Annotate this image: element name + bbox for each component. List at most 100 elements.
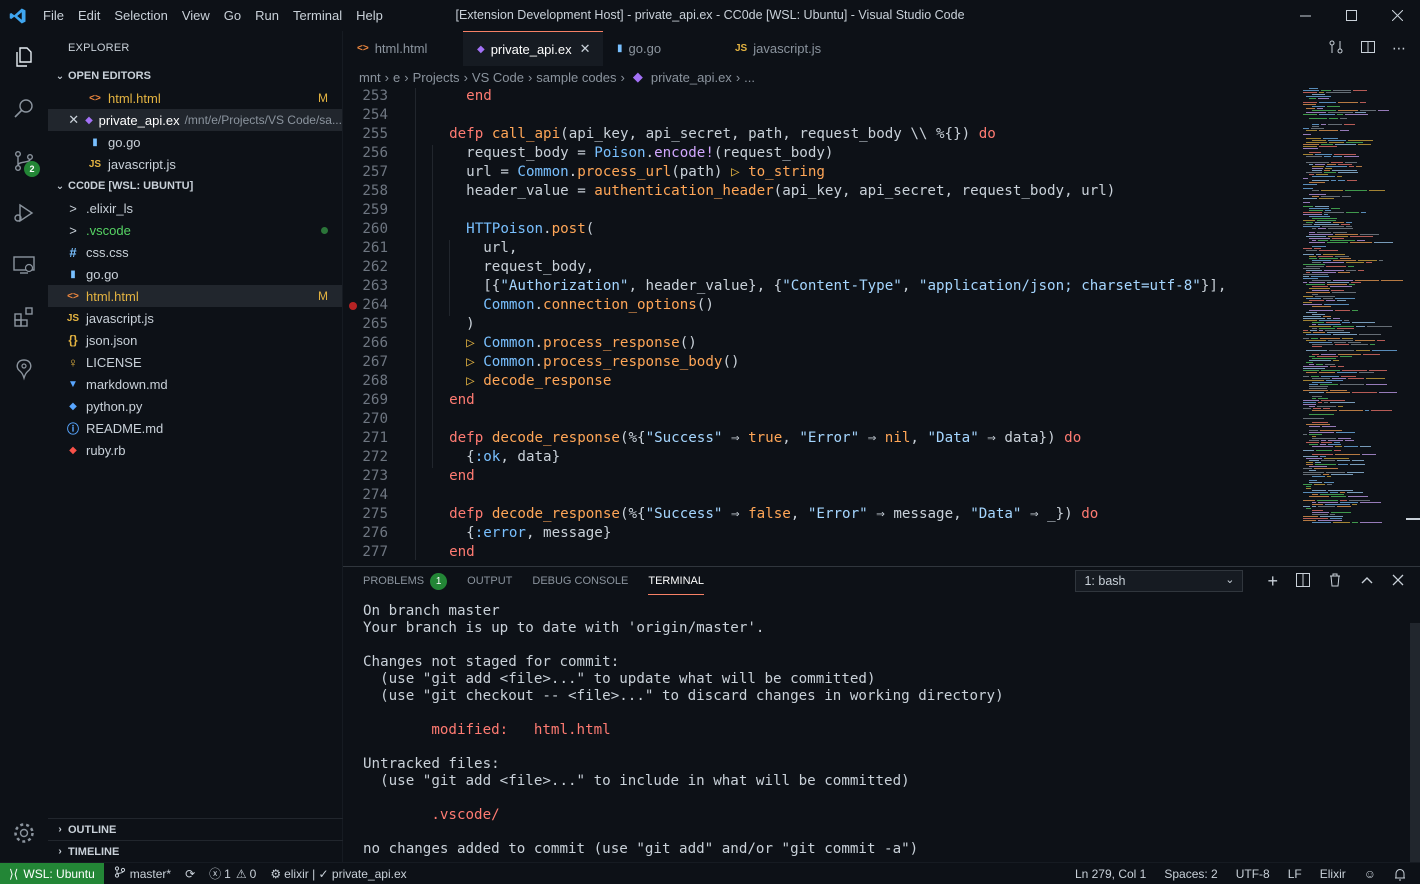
- minimize-button[interactable]: [1282, 0, 1328, 31]
- run-debug-icon[interactable]: [0, 187, 48, 239]
- minimap-line: [1335, 454, 1360, 455]
- minimap-line: [1345, 190, 1367, 191]
- minimap-line: [1330, 402, 1355, 403]
- breadcrumb-item[interactable]: VS Code: [472, 70, 524, 85]
- open-editor-item-active[interactable]: ✕ ◆ private_api.ex /mnt/e/Projects/VS Co…: [48, 109, 342, 131]
- file-item[interactable]: ▮ go.go: [48, 263, 342, 285]
- breadcrumb-item[interactable]: mnt: [359, 70, 381, 85]
- language-mode[interactable]: Elixir: [1320, 867, 1346, 881]
- menu-view[interactable]: View: [175, 8, 217, 23]
- close-icon[interactable]: ✕: [68, 112, 79, 128]
- more-actions-icon[interactable]: ⋯: [1392, 40, 1406, 57]
- problems-indicator[interactable]: ⓧ 1 ⚠ 0: [209, 865, 256, 882]
- remote-indicator[interactable]: ⟩⟨ WSL: Ubuntu: [0, 862, 104, 884]
- breadcrumb-item[interactable]: sample codes: [536, 70, 616, 85]
- cursor-position[interactable]: Ln 279, Col 1: [1075, 867, 1146, 881]
- minimap-line: [1320, 430, 1342, 431]
- open-editors-section[interactable]: ⌄ OPEN EDITORS: [48, 65, 342, 87]
- close-window-button[interactable]: [1374, 0, 1420, 31]
- maximize-panel-icon[interactable]: [1360, 573, 1374, 590]
- open-editor-item[interactable]: <> html.html M: [48, 87, 342, 109]
- minimap-line: [1333, 318, 1340, 319]
- minimap-line: [1312, 446, 1333, 447]
- menu-go[interactable]: Go: [217, 8, 248, 23]
- terminal-output[interactable]: On branch master Your branch is up to da…: [363, 603, 1004, 858]
- menu-run[interactable]: Run: [248, 8, 286, 23]
- end-of-line[interactable]: LF: [1288, 867, 1302, 881]
- tab-terminal[interactable]: TERMINAL: [648, 567, 704, 595]
- editor-scrollbar[interactable]: [1406, 88, 1420, 560]
- open-changes-icon[interactable]: [1328, 39, 1344, 58]
- minimap-line: [1306, 362, 1313, 363]
- menu-help[interactable]: Help: [349, 8, 390, 23]
- minimap-line: [1369, 190, 1385, 191]
- timeline-section[interactable]: › TIMELINE: [48, 840, 343, 862]
- minimap-line: [1360, 522, 1382, 523]
- menu-edit[interactable]: Edit: [71, 8, 107, 23]
- tab-private-api[interactable]: ◆ private_api.ex ✕: [463, 31, 603, 66]
- tab-go[interactable]: ▮ go.go: [603, 31, 721, 66]
- minimap-line: [1352, 460, 1364, 461]
- breakpoint-icon[interactable]: [349, 302, 357, 310]
- remote-explorer-icon[interactable]: [0, 239, 48, 291]
- code-editor[interactable]: 253 end 254 255 defp call_api(api_key, a…: [343, 88, 1303, 560]
- tab-html[interactable]: <> html.html: [343, 31, 463, 66]
- split-terminal-icon[interactable]: [1296, 572, 1310, 590]
- file-item[interactable]: ◆ python.py: [48, 395, 342, 417]
- workspace-section[interactable]: ⌄ CC0DE [WSL: UBUNTU]: [48, 175, 342, 197]
- trash-icon[interactable]: [1328, 573, 1342, 590]
- minimap-line: [1312, 240, 1316, 241]
- file-item-selected[interactable]: <> html.html M: [48, 285, 342, 307]
- menu-selection[interactable]: Selection: [107, 8, 174, 23]
- settings-gear-icon[interactable]: [0, 807, 48, 859]
- minimap-line: [1327, 318, 1331, 319]
- sync-icon[interactable]: ⟳: [185, 867, 195, 881]
- close-panel-icon[interactable]: [1392, 573, 1404, 589]
- extensions-icon[interactable]: [0, 291, 48, 343]
- folder-item[interactable]: > .vscode: [48, 219, 342, 241]
- search-icon[interactable]: [0, 83, 48, 135]
- split-editor-icon[interactable]: [1360, 39, 1376, 58]
- menu-terminal[interactable]: Terminal: [286, 8, 349, 23]
- tab-javascript[interactable]: JS javascript.js: [721, 31, 841, 66]
- file-item[interactable]: ◆ ruby.rb: [48, 439, 342, 461]
- new-terminal-icon[interactable]: +: [1267, 571, 1278, 592]
- terminal-scrollbar[interactable]: [1410, 623, 1420, 863]
- encoding[interactable]: UTF-8: [1236, 867, 1270, 881]
- feedback-icon[interactable]: ☺: [1364, 867, 1376, 881]
- minimap[interactable]: [1303, 88, 1408, 528]
- minimap-line: [1330, 286, 1352, 287]
- branch-indicator[interactable]: master*: [114, 866, 171, 881]
- tab-close-icon[interactable]: ✕: [580, 41, 591, 57]
- file-item[interactable]: ⓘ README.md: [48, 417, 342, 439]
- file-item[interactable]: {} json.json: [48, 329, 342, 351]
- explorer-icon[interactable]: [0, 31, 48, 83]
- file-item[interactable]: ♀ LICENSE: [48, 351, 342, 373]
- minimap-line: [1312, 396, 1322, 397]
- tab-output[interactable]: OUTPUT: [467, 567, 512, 595]
- indentation[interactable]: Spaces: 2: [1164, 867, 1217, 881]
- notifications-bell-icon[interactable]: [1394, 868, 1406, 881]
- outline-section[interactable]: › OUTLINE: [48, 818, 343, 840]
- tab-problems[interactable]: PROBLEMS 1: [363, 567, 448, 595]
- minimap-line: [1306, 162, 1329, 163]
- file-item[interactable]: JS javascript.js: [48, 307, 342, 329]
- tab-debug-console[interactable]: DEBUG CONSOLE: [532, 567, 628, 595]
- open-editor-item[interactable]: ▮ go.go: [48, 131, 342, 153]
- file-item[interactable]: # css.css: [48, 241, 342, 263]
- breadcrumb-item[interactable]: ...: [744, 70, 755, 85]
- extension-host-icon[interactable]: [0, 343, 48, 395]
- folder-item[interactable]: > .elixir_ls: [48, 197, 342, 219]
- open-editor-item[interactable]: JS javascript.js: [48, 153, 342, 175]
- elixir-status[interactable]: ⚙ elixir | ✓ private_api.ex: [270, 867, 406, 881]
- file-item[interactable]: ▼ markdown.md: [48, 373, 342, 395]
- terminal-select[interactable]: 1: bash ⌄: [1075, 570, 1244, 592]
- maximize-button[interactable]: [1328, 0, 1374, 31]
- breadcrumb-item[interactable]: e: [393, 70, 400, 85]
- breadcrumb-item[interactable]: private_api.ex: [651, 70, 732, 85]
- minimap-line: [1338, 464, 1348, 465]
- source-control-icon[interactable]: 2: [0, 135, 48, 187]
- breadcrumb-item[interactable]: Projects: [413, 70, 460, 85]
- menu-file[interactable]: File: [36, 8, 71, 23]
- minimap-line: [1352, 322, 1375, 323]
